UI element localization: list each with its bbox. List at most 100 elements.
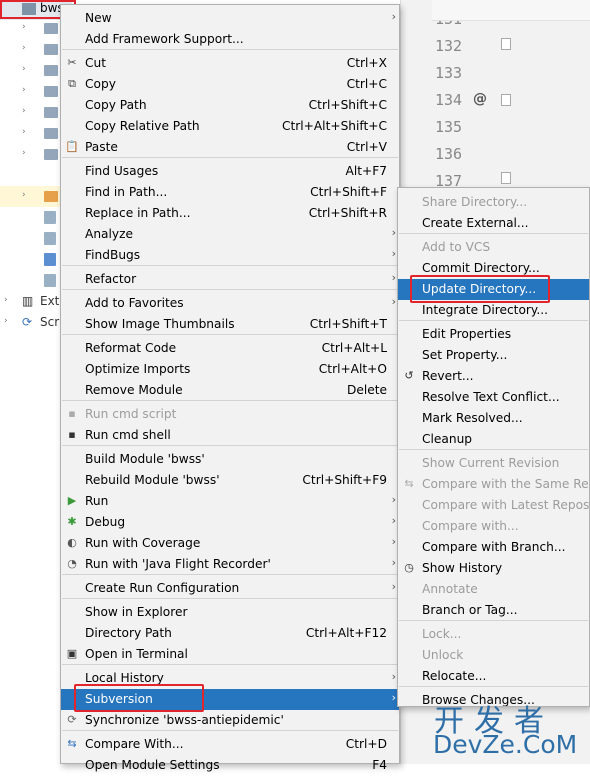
main_menu-item-build-module-bwss[interactable]: Build Module 'bwss': [61, 449, 399, 470]
main_menu-item-label: Run with 'Java Flight Recorder': [85, 557, 271, 571]
tree-row[interactable]: ›: [0, 144, 60, 165]
main_menu-item-add-framework-support[interactable]: Add Framework Support...: [61, 29, 399, 50]
main_menu-item-find-usages[interactable]: Find Usages Alt+F7: [61, 161, 399, 182]
main_menu-item-create-run-configuration[interactable]: Create Run Configuration ›: [61, 578, 399, 599]
annotation-marker[interactable]: @: [473, 91, 487, 107]
scratches-icon: ⟳: [22, 315, 33, 329]
sub_menu-item-lock: Lock...: [398, 624, 589, 645]
main_menu-item-copy-relative-path[interactable]: Copy Relative Path Ctrl+Alt+Shift+C: [61, 116, 399, 137]
main_menu-item-label: Cut: [85, 56, 107, 70]
tree-row[interactable]: [0, 207, 60, 228]
main_menu-item-add-to-favorites[interactable]: Add to Favorites ›: [61, 293, 399, 314]
expand-arrow-icon[interactable]: ›: [4, 295, 8, 305]
expand-arrow-icon[interactable]: ›: [22, 106, 26, 116]
main_menu-item-show-image-thumbnails[interactable]: Show Image Thumbnails Ctrl+Shift+T: [61, 314, 399, 335]
tree-row[interactable]: ›: [0, 18, 60, 39]
main_menu-item-open-in-terminal[interactable]: ▣ Open in Terminal: [61, 644, 399, 665]
folder-icon: [44, 149, 58, 160]
sub_menu-item-compare-with-branch[interactable]: Compare with Branch...: [398, 537, 589, 558]
main_menu-item-copy[interactable]: ⧉ Copy Ctrl+C: [61, 74, 399, 95]
main_menu-item-findbugs[interactable]: FindBugs ›: [61, 245, 399, 266]
main_menu-item-analyze[interactable]: Analyze ›: [61, 224, 399, 245]
tree-row[interactable]: ›: [0, 123, 60, 144]
tree-row-external[interactable]: › ▥ Exte: [0, 291, 67, 312]
main_menu-item-synchronize-bwss-antiepidemic[interactable]: ⟳ Synchronize 'bwss-antiepidemic': [61, 710, 399, 731]
sub_menu-item-mark-resolved[interactable]: Mark Resolved...: [398, 408, 589, 429]
main_menu-item-shortcut: Ctrl+Alt+Shift+C: [281, 119, 387, 133]
sub_menu-item-label: Compare with the Same Repository Version: [422, 477, 589, 491]
main_menu-item-label: Add to Favorites: [85, 296, 184, 310]
tree-row[interactable]: ›: [0, 60, 60, 81]
expand-arrow-icon[interactable]: ›: [22, 43, 26, 53]
run-icon: ▶: [67, 494, 77, 507]
main_menu-item-label: Directory Path: [85, 626, 172, 640]
sub_menu-item-relocate[interactable]: Relocate...: [398, 666, 589, 687]
fold-marker-icon[interactable]: [501, 38, 511, 50]
sub_menu-item-branch-or-tag[interactable]: Branch or Tag...: [398, 600, 589, 621]
main_menu-item-show-in-explorer[interactable]: Show in Explorer: [61, 602, 399, 623]
sub_menu-item-show-history[interactable]: ◷ Show History: [398, 558, 589, 579]
sub_menu-item-browse-changes[interactable]: Browse Changes...: [398, 690, 589, 707]
main_menu-item-paste[interactable]: 📋 Paste Ctrl+V: [61, 137, 399, 158]
fold-marker-icon[interactable]: [501, 94, 511, 106]
sub_menu-item-revert[interactable]: ↺ Revert...: [398, 366, 589, 387]
tree-row[interactable]: ›: [0, 39, 60, 60]
main_menu-item-run-with-java-flight-recorder[interactable]: ◔ Run with 'Java Flight Recorder' ›: [61, 554, 399, 575]
main_menu-item-directory-path[interactable]: Directory Path Ctrl+Alt+F12: [61, 623, 399, 644]
main_menu-item-open-module-settings[interactable]: Open Module Settings F4: [61, 755, 399, 776]
sub_menu-item-label: Revert...: [422, 369, 474, 383]
main_menu-item-rebuild-module-bwss[interactable]: Rebuild Module 'bwss' Ctrl+Shift+F9: [61, 470, 399, 491]
menu-separator: [62, 289, 398, 290]
expand-arrow-icon[interactable]: ›: [22, 85, 26, 95]
main_menu-item-compare-with[interactable]: ⇆ Compare With... Ctrl+D: [61, 734, 399, 755]
expand-arrow-icon[interactable]: ›: [22, 127, 26, 137]
main_menu-item-label: Run with Coverage: [85, 536, 201, 550]
main_menu-item-optimize-imports[interactable]: Optimize Imports Ctrl+Alt+O: [61, 359, 399, 380]
sub_menu-item-edit-properties[interactable]: Edit Properties: [398, 324, 589, 345]
sub_menu-item-create-external[interactable]: Create External...: [398, 213, 589, 234]
sub_menu-item-label: Browse Changes...: [422, 693, 535, 707]
sub_menu-item-set-property[interactable]: Set Property...: [398, 345, 589, 366]
main_menu-item-run-cmd-shell[interactable]: ▪ Run cmd shell: [61, 425, 399, 446]
main_menu-item-shortcut: Ctrl+Alt+F12: [305, 626, 387, 640]
main_menu-item-run[interactable]: ▶ Run ›: [61, 491, 399, 512]
sub_menu-item-label: Annotate: [422, 582, 478, 596]
main_menu-item-new[interactable]: New ›: [61, 8, 399, 29]
expand-arrow-icon[interactable]: ›: [22, 22, 26, 32]
flight-recorder-icon: ◔: [67, 557, 77, 570]
main_menu-item-run-cmd-script: ▪ Run cmd script: [61, 404, 399, 425]
main_menu-item-run-with-coverage[interactable]: ◐ Run with Coverage ›: [61, 533, 399, 554]
expand-arrow-icon[interactable]: ›: [22, 64, 26, 74]
sub_menu-item-label: Integrate Directory...: [422, 303, 549, 317]
tree-row[interactable]: ›: [0, 81, 60, 102]
main_menu-item-replace-in-path[interactable]: Replace in Path... Ctrl+Shift+R: [61, 203, 399, 224]
main_menu-item-refactor[interactable]: Refactor ›: [61, 269, 399, 290]
main_menu-item-reformat-code[interactable]: Reformat Code Ctrl+Alt+L: [61, 338, 399, 359]
sub_menu-item-integrate-directory[interactable]: Integrate Directory...: [398, 300, 589, 321]
main_menu-item-remove-module[interactable]: Remove Module Delete: [61, 380, 399, 401]
tree-row[interactable]: [0, 270, 60, 291]
main_menu-item-debug[interactable]: ✱ Debug ›: [61, 512, 399, 533]
sub_menu-item-share-directory: Share Directory...: [398, 192, 589, 213]
tree-row-scratches[interactable]: › ⟳ Scr: [0, 312, 60, 333]
fold-marker-icon[interactable]: [501, 172, 511, 184]
main_menu-item-copy-path[interactable]: Copy Path Ctrl+Shift+C: [61, 95, 399, 116]
expand-arrow-icon[interactable]: ›: [22, 190, 26, 200]
main_menu-item-label: Open in Terminal: [85, 647, 188, 661]
main_menu-item-shortcut: Alt+F7: [345, 164, 387, 178]
tree-row[interactable]: [0, 228, 60, 249]
scratches-label: Scr: [40, 315, 60, 329]
main_menu-item-label: Compare With...: [85, 737, 184, 751]
expand-arrow-icon[interactable]: ›: [22, 148, 26, 158]
tree-row[interactable]: [0, 249, 60, 270]
tree-row[interactable]: ›: [0, 186, 60, 207]
main_menu-item-cut[interactable]: ✂ Cut Ctrl+X: [61, 53, 399, 74]
tree-row[interactable]: ›: [0, 102, 60, 123]
sub_menu-item-label: Add to VCS: [422, 240, 491, 254]
main_menu-item-shortcut: Ctrl+Shift+C: [308, 98, 387, 112]
sub_menu-item-resolve-text-conflict[interactable]: Resolve Text Conflict...: [398, 387, 589, 408]
sub_menu-item-label: Create External...: [422, 216, 529, 230]
sub_menu-item-cleanup[interactable]: Cleanup: [398, 429, 589, 450]
expand-arrow-icon[interactable]: ›: [4, 316, 8, 326]
main_menu-item-find-in-path[interactable]: Find in Path... Ctrl+Shift+F: [61, 182, 399, 203]
